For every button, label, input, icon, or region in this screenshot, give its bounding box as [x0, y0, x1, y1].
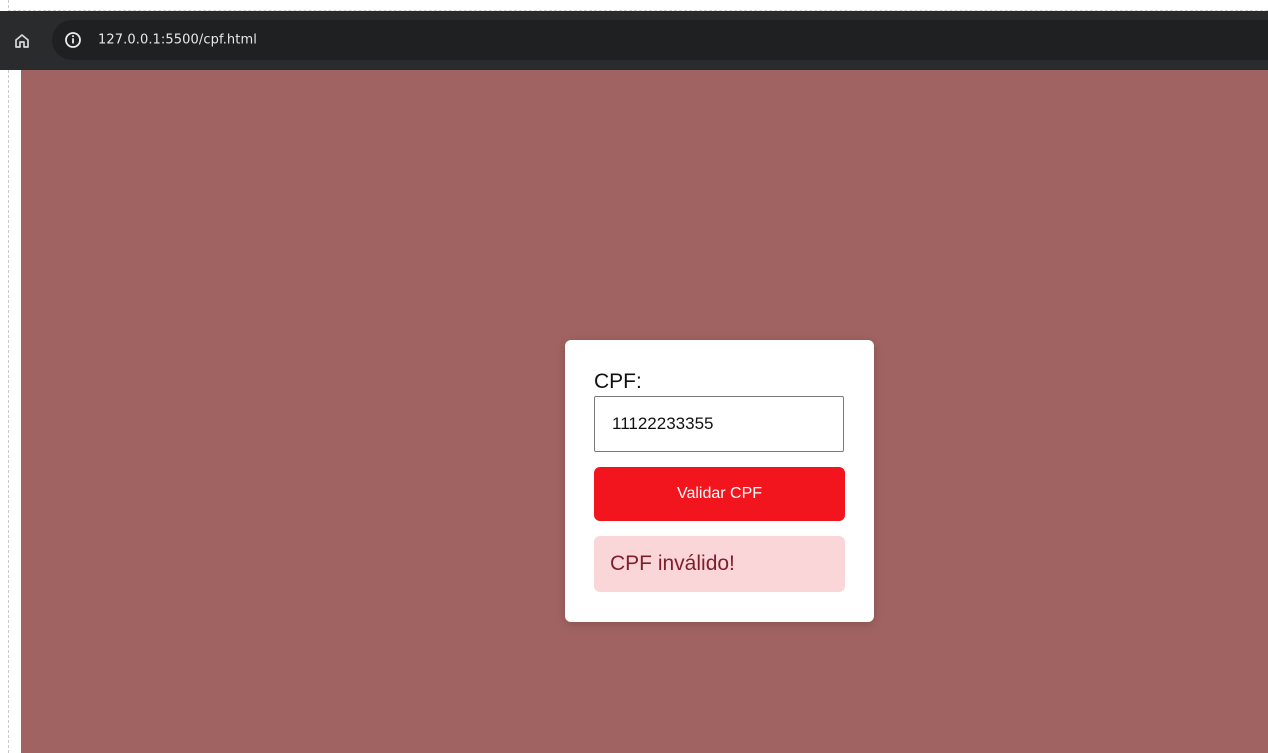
info-icon[interactable]	[63, 30, 83, 50]
cpf-label: CPF:	[594, 370, 642, 393]
cpf-input[interactable]	[594, 396, 844, 452]
screen: 127.0.0.1:5500/cpf.html CPF: Validar CPF…	[0, 0, 1268, 753]
url-text[interactable]: 127.0.0.1:5500/cpf.html	[98, 33, 257, 48]
left-guide	[8, 0, 9, 753]
result-box: CPF inválido!	[594, 536, 845, 592]
home-icon[interactable]	[12, 31, 32, 51]
validate-cpf-button[interactable]: Validar CPF	[594, 467, 845, 521]
result-text: CPF inválido!	[610, 552, 735, 575]
cpf-card: CPF: Validar CPF CPF inválido!	[565, 340, 874, 622]
browser-bar: 127.0.0.1:5500/cpf.html	[0, 11, 1268, 70]
